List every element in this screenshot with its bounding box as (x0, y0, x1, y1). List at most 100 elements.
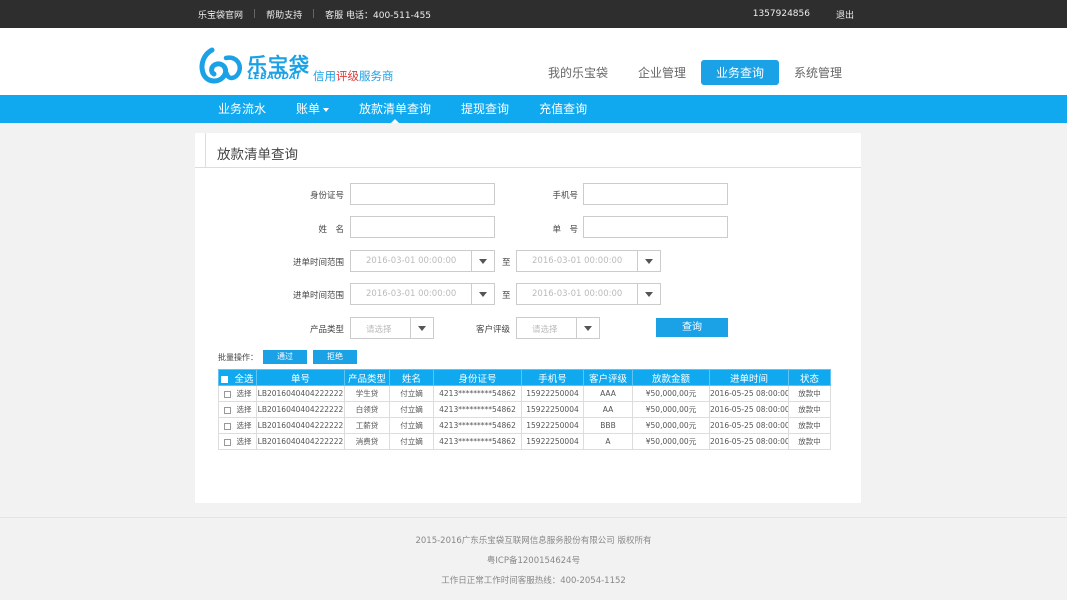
id-number-input[interactable] (350, 183, 495, 205)
column-header: 进单时间 (709, 369, 789, 386)
table-row: 选择 LB2016040404222222 学生贷 付立嫡 4213******… (218, 385, 831, 402)
caret-down-icon (323, 107, 330, 112)
phone-label: 手机号 (552, 191, 578, 201)
cell-phone: 15922250004 (521, 385, 584, 402)
cell-product: 工薪贷 (344, 417, 390, 434)
nav-my-lebaodai[interactable]: 我的乐宝袋 (533, 60, 623, 85)
subnav-recharge[interactable]: 充值查询 (524, 95, 602, 123)
chevron-down-icon[interactable] (637, 251, 660, 271)
cell-rating: BBB (583, 417, 633, 434)
cell-time: 2016-05-25 08:00:00 (709, 433, 789, 450)
order-label: 单 号 (552, 225, 578, 235)
column-header: 产品类型 (344, 369, 390, 386)
date-value: 2016-03-01 00:00:00 (366, 256, 457, 266)
time-range-label: 进单时间范围 (292, 258, 344, 268)
nav-enterprise[interactable]: 企业管理 (623, 60, 701, 85)
end-date-select[interactable]: 2016-03-01 00:00:00 (516, 250, 661, 272)
start-date-select[interactable]: 2016-03-01 00:00:00 (350, 250, 495, 272)
checkbox[interactable] (221, 375, 229, 383)
cell-name: 付立嫡 (389, 385, 434, 402)
subnav-loan-list[interactable]: 放款清单查询 (344, 95, 446, 123)
product-type-label: 产品类型 (309, 325, 344, 335)
help-link[interactable]: 帮助支持 (266, 8, 302, 21)
divider (205, 133, 206, 168)
product-type-select[interactable]: 请选择 (350, 317, 434, 339)
cell-amount: ¥50,000,00元 (632, 417, 710, 434)
table-header: 全选 单号 产品类型 姓名 身份证号 手机号 客户评级 放款金额 进单时间 状态 (218, 369, 831, 386)
name-input[interactable] (350, 216, 495, 238)
checkbox[interactable] (223, 422, 231, 430)
cell-id: 4213*********54862 (433, 433, 522, 450)
cell-phone: 15922250004 (521, 433, 584, 450)
footer: 2015-2016广东乐宝袋互联网信息服务股份有限公司 版权所有 粤ICP备12… (0, 517, 1067, 600)
time-range-label: 进单时间范围 (292, 291, 344, 301)
to-label: 至 (502, 258, 511, 268)
slogan-highlight: 评级 (336, 69, 359, 83)
subnav-label: 放款清单查询 (359, 102, 432, 116)
chevron-down-icon[interactable] (471, 251, 494, 271)
logo-mark-icon (199, 47, 242, 84)
select-label: 选择 (236, 405, 252, 414)
cell-product: 白领贷 (344, 401, 390, 418)
order-input[interactable] (583, 216, 728, 238)
cell-rating: AA (583, 401, 633, 418)
batch-label: 批量操作： (218, 353, 258, 362)
reject-button[interactable]: 拒绝 (313, 350, 357, 364)
table-row: 选择 LB2016040404222222 白领贷 付立嫡 4213******… (218, 401, 831, 418)
chevron-down-icon[interactable] (576, 318, 599, 338)
nav-business-query[interactable]: 业务查询 (701, 60, 780, 85)
nav-system[interactable]: 系统管理 (779, 60, 857, 85)
start-date-select-2[interactable]: 2016-03-01 00:00:00 (350, 283, 495, 305)
slogan-part: 信用 (313, 69, 336, 83)
logout-link[interactable]: 退出 (836, 8, 854, 21)
phone-input[interactable] (583, 183, 728, 205)
row-select[interactable]: 选择 (218, 385, 257, 402)
end-date-select-2[interactable]: 2016-03-01 00:00:00 (516, 283, 661, 305)
official-site-link[interactable]: 乐宝袋官网 (198, 8, 243, 21)
select-label: 选择 (236, 421, 252, 430)
select-all-header[interactable]: 全选 (218, 369, 257, 386)
subnav-flow[interactable]: 业务流水 (203, 95, 281, 123)
checkbox[interactable] (223, 406, 231, 414)
cell-order: LB2016040404222222 (256, 401, 345, 418)
select-placeholder: 请选择 (366, 325, 392, 335)
chevron-down-icon[interactable] (471, 284, 494, 304)
sub-nav: 业务流水 账单 放款清单查询 提现查询 充值查询 (0, 95, 1067, 123)
row-select[interactable]: 选择 (218, 433, 257, 450)
select-label: 选择 (236, 389, 252, 398)
chevron-down-icon[interactable] (637, 284, 660, 304)
column-header: 客户评级 (583, 369, 633, 386)
logo-pinyin: LEBAODAI (248, 72, 301, 82)
cell-status: 放款中 (788, 401, 831, 418)
select-placeholder: 请选择 (532, 325, 558, 335)
subnav-withdraw[interactable]: 提现查询 (446, 95, 524, 123)
cell-name: 付立嫡 (389, 417, 434, 434)
query-button[interactable]: 查询 (656, 318, 728, 337)
page-title: 放款清单查询 (217, 147, 298, 163)
service-phone: 客服 电话：400-511-455 (325, 10, 432, 21)
footer-hotline: 工作日正常工作时间客服热线：400-2054-1152 (441, 576, 626, 586)
name-label: 姓 名 (318, 225, 344, 235)
cell-rating: AAA (583, 385, 633, 402)
date-value: 2016-03-01 00:00:00 (532, 256, 623, 266)
cell-status: 放款中 (788, 417, 831, 434)
logo-slogan: 信用评级服务商 (313, 68, 394, 84)
checkbox[interactable] (223, 390, 231, 398)
customer-rating-label: 客户评级 (475, 325, 510, 335)
customer-rating-select[interactable]: 请选择 (516, 317, 600, 339)
chevron-down-icon[interactable] (410, 318, 433, 338)
column-header: 单号 (256, 369, 345, 386)
user-phone: 1357924856 (752, 9, 810, 19)
subnav-bill[interactable]: 账单 (281, 95, 344, 123)
row-select[interactable]: 选择 (218, 417, 257, 434)
main-nav: 我的乐宝袋 企业管理 业务查询 系统管理 (533, 60, 857, 85)
approve-button[interactable]: 通过 (263, 350, 307, 364)
select-label: 选择 (236, 437, 252, 446)
logo[interactable]: 乐宝袋 LEBAODAI 信用评级服务商 (198, 46, 408, 86)
cell-id: 4213*********54862 (433, 417, 522, 434)
checkbox[interactable] (223, 438, 231, 446)
column-header: 姓名 (389, 369, 434, 386)
cell-name: 付立嫡 (389, 433, 434, 450)
cell-order: LB2016040404222222 (256, 433, 345, 450)
row-select[interactable]: 选择 (218, 401, 257, 418)
